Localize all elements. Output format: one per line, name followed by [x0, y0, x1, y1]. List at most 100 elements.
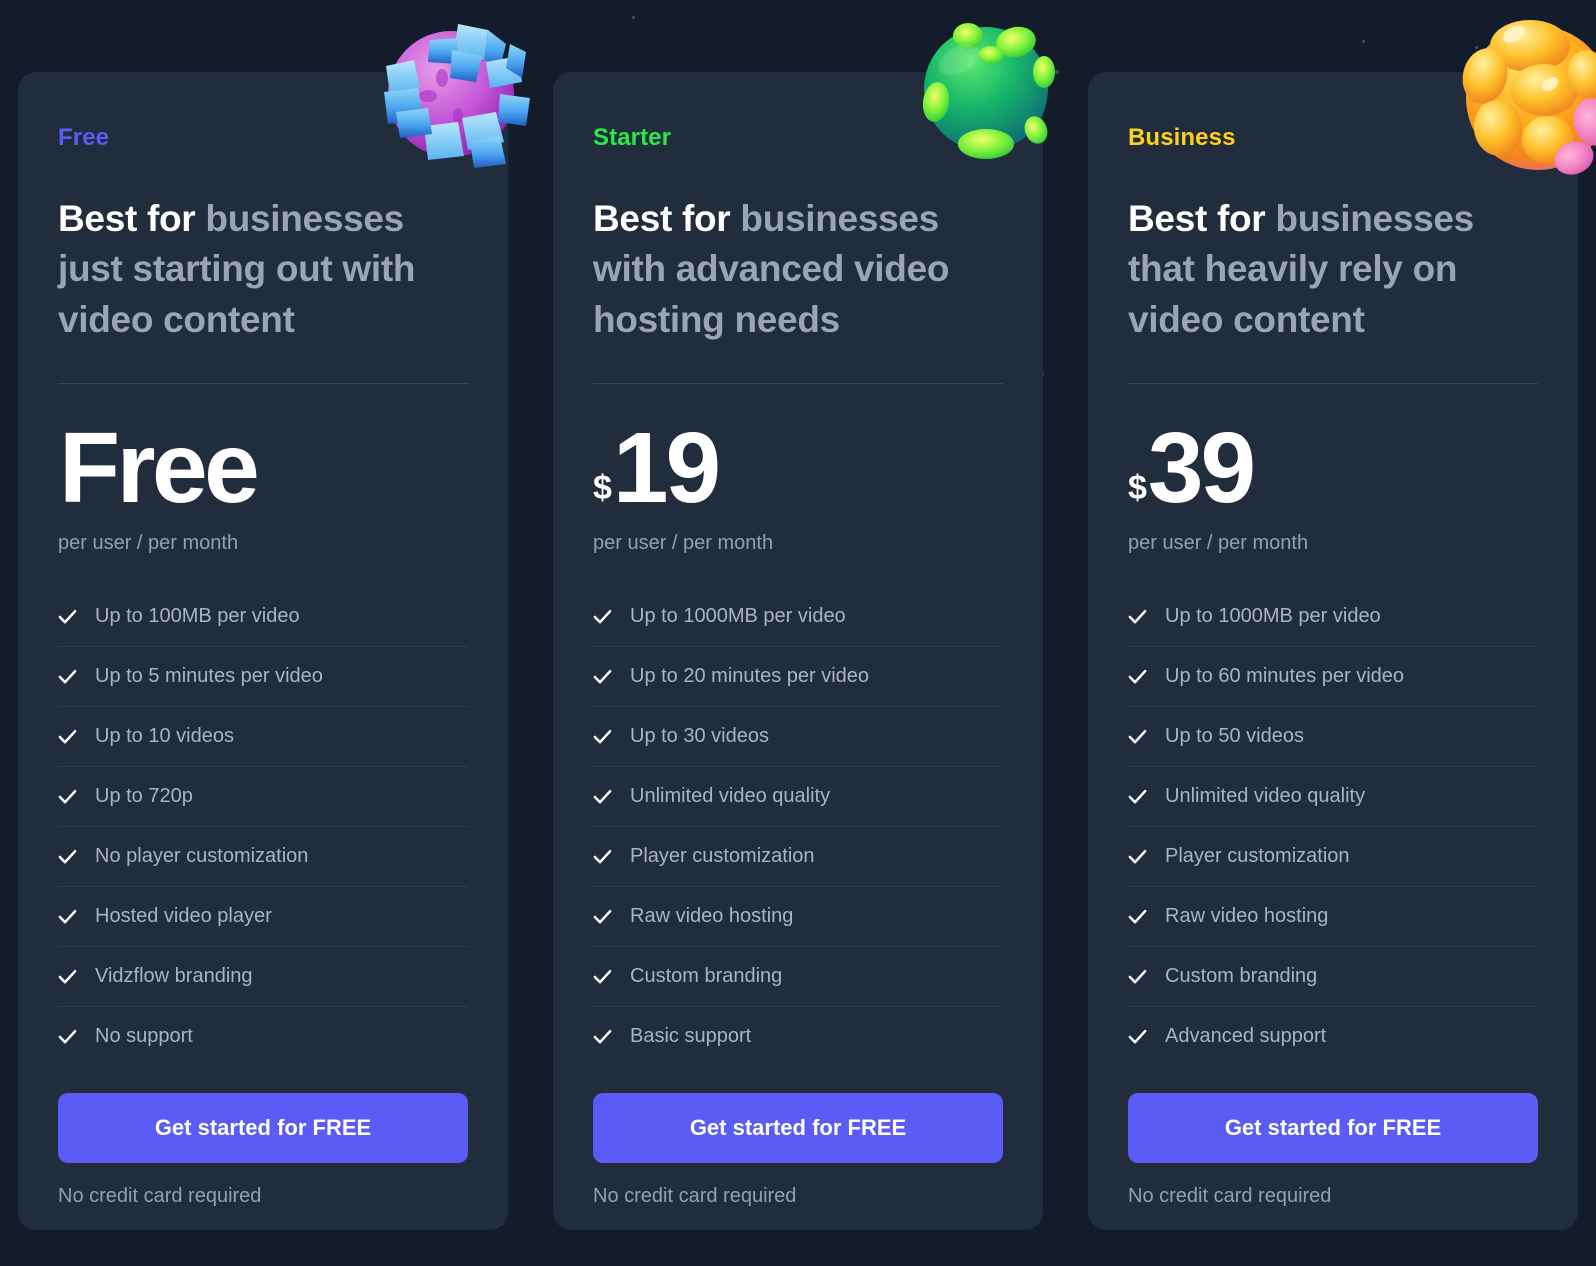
check-icon — [58, 669, 77, 684]
list-item: Basic support — [593, 1007, 1003, 1067]
list-item: Up to 50 videos — [1128, 707, 1538, 767]
feature-list: Up to 100MB per video Up to 5 minutes pe… — [58, 587, 468, 1067]
check-icon — [593, 729, 612, 744]
cta-note: No credit card required — [58, 1184, 262, 1207]
check-icon — [58, 969, 77, 984]
feature-list: Up to 1000MB per video Up to 60 minutes … — [1128, 587, 1538, 1067]
price-note: per user / per month — [1128, 531, 1309, 554]
check-icon — [58, 789, 77, 804]
list-item: Vidzflow branding — [58, 947, 468, 1007]
feature-label: Up to 100MB per video — [95, 604, 300, 627]
check-icon — [593, 849, 612, 864]
list-item: Up to 720p — [58, 767, 468, 827]
feature-label: Up to 20 minutes per video — [630, 664, 870, 687]
price-block: $ 39 per user / per month — [1128, 384, 1538, 555]
feature-label: Raw video hosting — [630, 904, 794, 927]
list-item: Up to 100MB per video — [58, 587, 468, 647]
purple-crystal-planet-icon — [366, 8, 536, 178]
feature-list: Up to 1000MB per video Up to 20 minutes … — [593, 587, 1003, 1067]
feature-label: Custom branding — [630, 964, 783, 987]
tagline-highlight: Best for — [1128, 198, 1276, 239]
feature-label: Player customization — [630, 844, 815, 867]
plan-tagline: Best for businesses that heavily rely on… — [1128, 194, 1538, 345]
pricing-plans-grid: Free Best for businesses just starting o… — [18, 20, 1596, 1230]
cta-wrap: Get started for FREE No credit card requ… — [1128, 1092, 1538, 1208]
list-item: Advanced support — [1128, 1007, 1538, 1067]
feature-label: Hosted video player — [95, 904, 272, 927]
check-icon — [1128, 969, 1147, 984]
check-icon — [1128, 669, 1147, 684]
check-icon — [593, 969, 612, 984]
get-started-button[interactable]: Get started for FREE — [593, 1092, 1003, 1163]
tagline-highlight: Best for — [58, 198, 206, 239]
list-item: Up to 10 videos — [58, 707, 468, 767]
list-item: Up to 1000MB per video — [593, 587, 1003, 647]
plan-card-starter: Starter Best for businesses with advance… — [553, 23, 1055, 1230]
plan-tagline: Best for businesses with advanced video … — [593, 194, 1003, 345]
list-item: Player customization — [1128, 827, 1538, 887]
check-icon — [1128, 729, 1147, 744]
check-icon — [1128, 789, 1147, 804]
currency-symbol: $ — [1128, 468, 1147, 507]
list-item: Up to 5 minutes per video — [58, 647, 468, 707]
feature-label: Basic support — [630, 1025, 752, 1048]
list-item: Up to 60 minutes per video — [1128, 647, 1538, 707]
plan-card-free: Free Best for businesses just starting o… — [18, 24, 530, 1230]
feature-label: Player customization — [1165, 844, 1350, 867]
price-note: per user / per month — [593, 531, 774, 554]
list-item: No player customization — [58, 827, 468, 887]
check-icon — [58, 909, 77, 924]
price-row: $ 19 — [593, 411, 1003, 524]
check-icon — [593, 609, 612, 624]
feature-label: Unlimited video quality — [1165, 784, 1366, 807]
cta-wrap: Get started for FREE No credit card requ… — [58, 1092, 468, 1208]
currency-symbol: $ — [593, 468, 612, 507]
price-amount: 39 — [1147, 411, 1256, 524]
get-started-button[interactable]: Get started for FREE — [1128, 1092, 1538, 1163]
feature-label: Advanced support — [1165, 1025, 1327, 1048]
get-started-button[interactable]: Get started for FREE — [58, 1092, 468, 1163]
feature-label: Up to 5 minutes per video — [95, 664, 323, 687]
feature-label: Up to 1000MB per video — [1165, 604, 1381, 627]
list-item: Up to 1000MB per video — [1128, 587, 1538, 647]
price-row: Free — [58, 411, 468, 524]
plan-card-business: Business Best for businesses that heavil… — [1088, 20, 1596, 1230]
feature-label: Unlimited video quality — [630, 784, 831, 807]
check-icon — [58, 609, 77, 624]
plan-name-free: Free — [58, 124, 110, 151]
feature-label: Vidzflow branding — [95, 964, 253, 987]
feature-label: Up to 30 videos — [630, 724, 769, 747]
check-icon — [1128, 1030, 1147, 1044]
feature-label: Up to 1000MB per video — [630, 604, 846, 627]
feature-label: Custom branding — [1165, 964, 1318, 987]
tagline-highlight: Best for — [593, 198, 741, 239]
plan-tagline: Best for businesses just starting out wi… — [58, 194, 468, 345]
check-icon — [58, 849, 77, 864]
price-note: per user / per month — [58, 531, 239, 554]
check-icon — [593, 669, 612, 684]
check-icon — [1128, 609, 1147, 624]
check-icon — [593, 789, 612, 804]
feature-label: Up to 50 videos — [1165, 724, 1304, 747]
price-block: $ 19 per user / per month — [593, 384, 1003, 555]
price-amount: 19 — [612, 411, 721, 524]
check-icon — [593, 1030, 612, 1044]
cta-note: No credit card required — [593, 1184, 797, 1207]
list-item: Up to 30 videos — [593, 707, 1003, 767]
list-item: Custom branding — [1128, 947, 1538, 1007]
check-icon — [1128, 849, 1147, 864]
check-icon — [58, 1030, 77, 1044]
check-icon — [58, 729, 77, 744]
list-item: Unlimited video quality — [1128, 767, 1538, 827]
feature-label: Up to 720p — [95, 784, 193, 807]
check-icon — [1128, 909, 1147, 924]
list-item: Player customization — [593, 827, 1003, 887]
list-item: Raw video hosting — [1128, 887, 1538, 947]
plan-name-business: Business — [1128, 124, 1236, 151]
orange-bubble-planet-icon — [1448, 6, 1596, 186]
plan-name-starter: Starter — [593, 124, 672, 151]
price-row: $ 39 — [1128, 411, 1538, 524]
feature-label: Up to 10 videos — [95, 724, 234, 747]
price-amount: Free — [59, 411, 260, 524]
list-item: Hosted video player — [58, 887, 468, 947]
